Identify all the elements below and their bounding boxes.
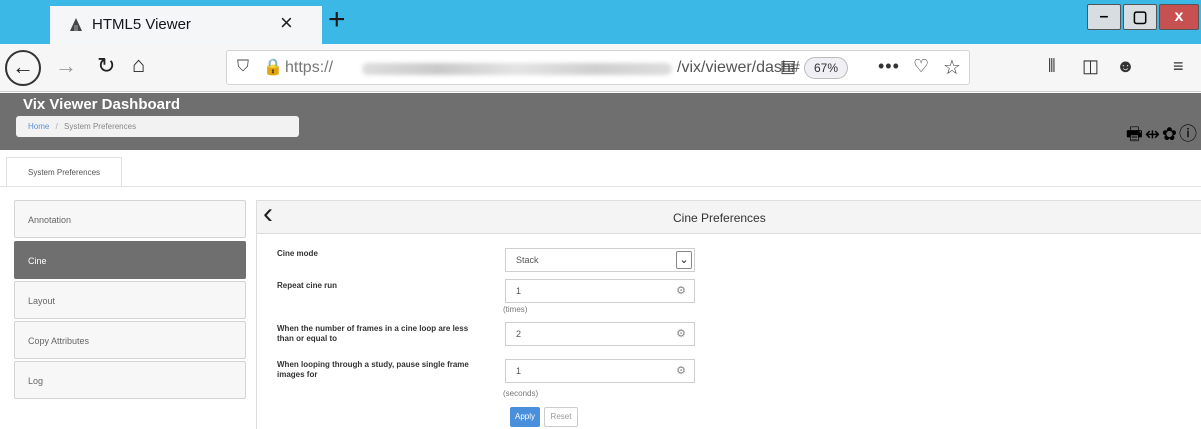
menu-icon[interactable]: ≡ xyxy=(1173,56,1184,77)
apply-button[interactable]: Apply xyxy=(510,407,540,427)
home-icon[interactable]: ⌂ xyxy=(132,52,145,78)
pause-single-frame-input[interactable]: 1 ⚙ xyxy=(505,359,695,383)
back-chevron-icon[interactable]: ‹ xyxy=(263,197,273,231)
maximize-window-button[interactable]: ▢ xyxy=(1123,4,1157,30)
sidebar-item-cine[interactable]: Cine xyxy=(14,241,246,279)
close-window-button[interactable]: x xyxy=(1159,4,1199,30)
export-icon[interactable]: ⇹ xyxy=(1145,124,1160,144)
pocket-icon[interactable]: ♡ xyxy=(913,56,929,77)
chevron-down-icon[interactable]: ⌄ xyxy=(676,251,692,269)
app-title: Vix Viewer Dashboard xyxy=(23,96,181,113)
account-icon[interactable]: ☻ xyxy=(1116,56,1135,77)
reader-view-icon[interactable]: ▤ xyxy=(780,57,796,77)
pause-single-frame-value: 1 xyxy=(516,366,522,376)
header-toolbar: 🖶 ⇹ ✿ ⓘ xyxy=(1124,120,1197,152)
tab-system-preferences[interactable]: System Preferences xyxy=(6,157,122,187)
browser-navigation-bar: ← → ↻ ⌂ ⛉ 🔒 https:// /vix/viewer/dash# ▤… xyxy=(0,44,1201,92)
app-header: Vix Viewer Dashboard Home / System Prefe… xyxy=(0,93,1201,150)
sidebar-item-layout[interactable]: Layout xyxy=(14,281,246,319)
zoom-level-button[interactable]: 67% xyxy=(804,57,848,79)
panel-header: ‹ Cine Preferences xyxy=(257,197,1201,234)
spinner-icon[interactable]: ⚙ xyxy=(676,323,686,345)
cine-mode-label: Cine mode xyxy=(277,249,318,258)
library-icon[interactable]: ⫴ xyxy=(1048,56,1056,77)
tab-divider xyxy=(0,186,1201,187)
browser-tab-title: HTML5 Viewer xyxy=(92,16,191,33)
spinner-icon[interactable]: ⚙ xyxy=(676,280,686,302)
cine-mode-value: Stack xyxy=(516,255,539,265)
pause-single-frame-label: When looping through a study, pause sing… xyxy=(277,360,469,379)
sidebar-item-copy-attributes[interactable]: Copy Attributes xyxy=(14,321,246,359)
bookmark-star-icon[interactable]: ☆ xyxy=(943,55,961,80)
minimize-window-button[interactable]: – xyxy=(1087,4,1121,30)
reset-button[interactable]: Reset xyxy=(544,407,578,427)
url-prefix: https:// xyxy=(285,59,334,76)
repeat-cine-run-input[interactable]: 1 ⚙ xyxy=(505,279,695,303)
new-tab-icon[interactable]: + xyxy=(328,4,346,36)
url-redacted xyxy=(362,63,672,75)
lock-icon[interactable]: 🔒 xyxy=(263,57,283,77)
repeat-cine-run-value: 1 xyxy=(516,286,522,296)
forward-arrow-icon[interactable]: → xyxy=(55,53,77,79)
app-favicon-icon xyxy=(70,18,82,31)
pause-single-frame-unit: (seconds) xyxy=(503,389,539,398)
spinner-icon[interactable]: ⚙ xyxy=(676,360,686,382)
sidebar-item-log[interactable]: Log xyxy=(14,361,246,399)
tracking-shield-icon[interactable]: ⛉ xyxy=(237,58,249,76)
sidebar-item-annotation[interactable]: Annotation xyxy=(14,200,246,238)
repeat-cine-run-unit: (times) xyxy=(503,305,528,314)
breadcrumb: Home / System Preferences xyxy=(16,116,299,137)
breadcrumb-current: System Preferences xyxy=(64,122,137,131)
back-arrow-icon[interactable]: ← xyxy=(5,50,41,86)
settings-gear-icon[interactable]: ✿ xyxy=(1162,124,1177,144)
browser-tab-strip: HTML5 Viewer × + – ▢ x xyxy=(0,0,1201,44)
breadcrumb-home-link[interactable]: Home xyxy=(28,122,49,131)
frames-threshold-label: When the number of frames in a cine loop… xyxy=(277,324,469,343)
print-icon[interactable]: 🖶 xyxy=(1126,124,1143,144)
frames-threshold-input[interactable]: 2 ⚙ xyxy=(505,322,695,346)
info-icon[interactable]: ⓘ xyxy=(1179,124,1197,144)
cine-preferences-panel: ‹ Cine Preferences Cine mode Stack ⌄ Rep… xyxy=(256,197,1201,429)
page-actions-icon[interactable]: ••• xyxy=(878,56,900,77)
frames-threshold-value: 2 xyxy=(516,329,522,339)
sidebar-toggle-icon[interactable]: ◫ xyxy=(1082,56,1099,77)
close-tab-icon[interactable]: × xyxy=(280,10,293,36)
breadcrumb-separator: / xyxy=(55,122,58,131)
repeat-cine-run-label: Repeat cine run xyxy=(277,281,338,290)
cine-mode-select[interactable]: Stack ⌄ xyxy=(505,248,695,272)
url-bar[interactable]: ⛉ 🔒 https:// /vix/viewer/dash# ▤ 67% •••… xyxy=(226,50,970,85)
browser-tab[interactable]: HTML5 Viewer × xyxy=(50,6,322,44)
panel-title: Cine Preferences xyxy=(673,211,766,225)
reload-icon[interactable]: ↻ xyxy=(97,53,115,79)
